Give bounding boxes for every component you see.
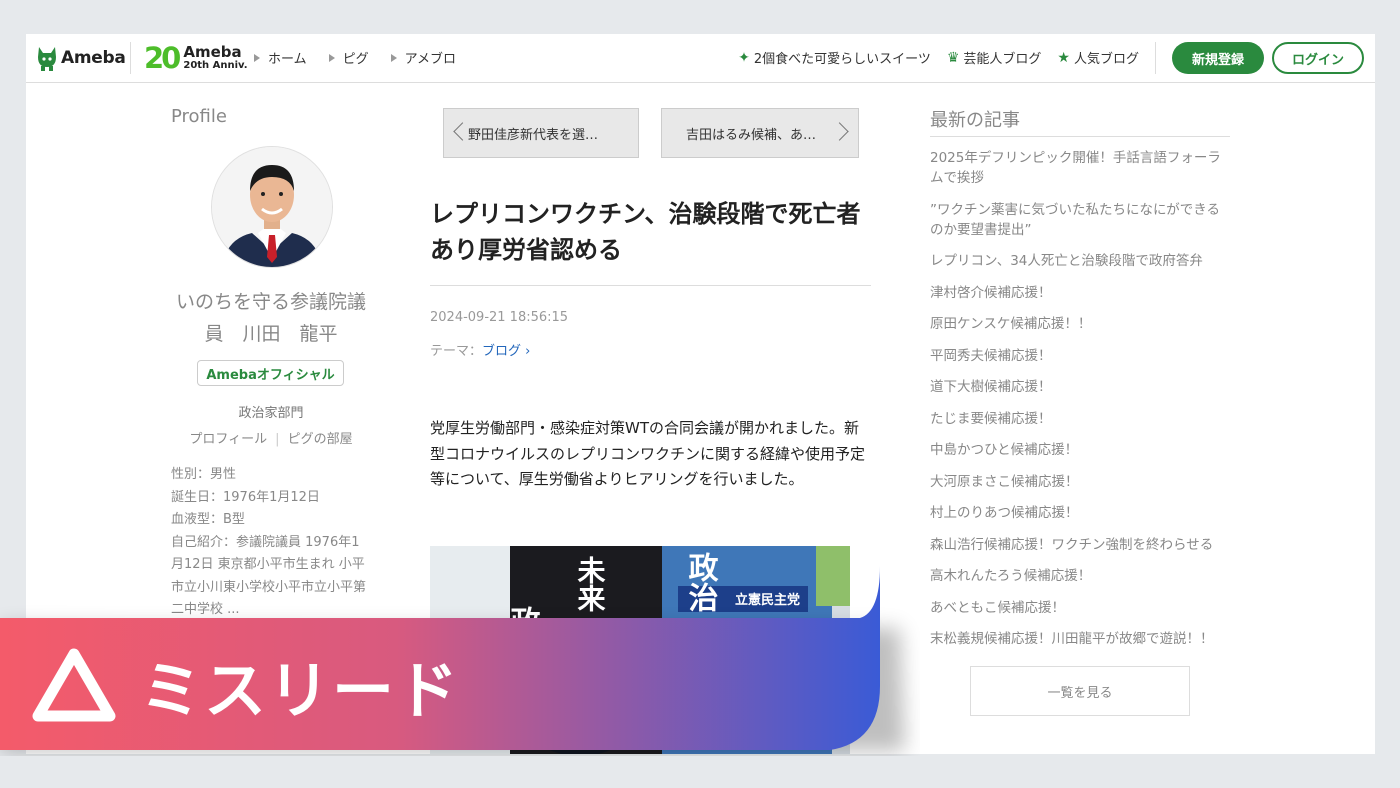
misleading-text: ミスリード [140,654,461,727]
profile-gender: 性別：男性 [171,467,237,482]
profile-links: プロフィール | ピグの部屋 [189,432,353,447]
latest-article-item[interactable]: 中島かつひと候補応援！ [930,440,1230,460]
triangle-icon [328,53,335,62]
triangle-icon [254,53,260,62]
avatar[interactable] [211,146,333,268]
title-divider [430,285,871,286]
latest-article-item[interactable]: 平岡秀夫候補応援！ [930,346,1230,366]
profile-category[interactable]: 政治家部門 [171,402,371,421]
profile-blood: 血液型：B型 [171,512,245,527]
chevron-right-icon [830,122,849,141]
ameba-logo[interactable]: Ameba [36,44,126,72]
latest-article-item[interactable]: レプリコン、34人死亡と治験段階で政府答弁 [930,251,1230,271]
header-divider [1155,42,1156,74]
nav-home[interactable]: ホーム [254,48,307,67]
latest-article-item[interactable]: 原田ケンスケ候補応援！！ [930,314,1230,334]
warning-triangle-icon [32,648,116,722]
article-body: 党厚生労働部門・感染症対策WTの合同会議が開かれました。新型コロナウイルスのレプ… [430,419,866,488]
latest-article-item[interactable]: 2025年デフリンピック開催！手話言語フォーラムで挨拶 [930,148,1230,188]
anniversary-logo[interactable]: 20 Ameba 20th Anniv. [144,41,248,75]
site-header: Ameba 20 Ameba 20th Anniv. ホーム ピグ アメブロ ✦… [26,34,1375,83]
latest-article-item[interactable]: 高木れんたろう候補応援！ [930,566,1230,586]
celebrity-blog-link[interactable]: ♛ 芸能人ブログ [946,48,1042,68]
header-divider [130,42,131,74]
prev-article-button[interactable]: 野田佳彦新代表を選… [443,108,639,158]
nav-pig[interactable]: ピグ [328,48,369,67]
latest-article-item[interactable]: あべともこ候補応援！ [930,598,1230,618]
view-all-button[interactable]: 一覧を見る [970,666,1190,716]
main-nav: ホーム ピグ アメブロ [254,48,478,67]
latest-article-item[interactable]: ”ワクチン薬害に気づいた私たちになにができるのか要望書提出” [930,200,1230,240]
theme-link[interactable]: ブログ [482,344,521,359]
article-theme: テーマ：ブログ › [430,344,531,359]
profile-birthday: 誕生日：1976年1月12日 [171,489,320,505]
register-button[interactable]: 新規登録 [1172,42,1264,74]
latest-article-item[interactable]: 大河原まさこ候補応援！ [930,472,1230,492]
latest-article-item[interactable]: 末松義規候補応援！川田龍平が故郷で遊説！！ [930,629,1230,649]
latest-article-item[interactable]: 津村啓介候補応援！ [930,283,1230,303]
sidebar-title: 最新の記事 [930,110,1020,131]
latest-article-item[interactable]: 道下大樹候補応援！ [930,377,1230,397]
header-right-links: ✦ 2個食べた可愛らしいスイーツ ♛ 芸能人ブログ ★ 人気ブログ [722,48,1139,68]
official-badge: Amebaオフィシャル [197,360,344,386]
nav-ameblo[interactable]: アメブロ [390,48,456,67]
sparkle-icon: ✦ [738,49,750,66]
latest-article-item[interactable]: たじま要候補応援！ [930,409,1230,429]
sidebar-divider [930,136,1230,137]
article-date: 2024-09-21 18:56:15 [430,310,569,325]
latest-articles-list: 2025年デフリンピック開催！手話言語フォーラムで挨拶 ”ワクチン薬害に気づいた… [930,148,1230,661]
pig-room-link[interactable]: ピグの部屋 [288,432,353,447]
person-portrait [212,147,332,267]
article-title: レプリコンワクチン、治験段階で死亡者あり厚労省認める [430,200,861,264]
latest-article-item[interactable]: 村上のりあつ候補応援！ [930,503,1230,523]
triangle-icon [390,53,397,62]
anniversary-brand: Ameba [183,42,242,61]
latest-article-item[interactable]: 森山浩行候補応援！ワクチン強制を終わらせる [930,535,1230,555]
popular-blog-link[interactable]: ★ 人気ブログ [1057,48,1139,68]
profile-link[interactable]: プロフィール [189,432,267,447]
next-article-button[interactable]: 吉田はるみ候補、あ… [661,108,859,158]
crown-icon: ♛ [946,49,960,66]
trend-link[interactable]: ✦ 2個食べた可愛らしいスイーツ [738,48,931,68]
anniversary-number: 20 [144,41,181,75]
star-icon: ★ [1057,49,1070,66]
logo-text: Ameba [61,48,126,68]
profile-label: Profile [171,106,227,127]
misleading-label: ミスリード [32,640,460,730]
ameba-cat-icon [38,47,56,71]
profile-name: いのちを守る参議院議 員 川田 龍平 [175,291,366,345]
anniversary-sub: 20th Anniv. [183,59,248,71]
login-button[interactable]: ログイン [1272,42,1364,74]
